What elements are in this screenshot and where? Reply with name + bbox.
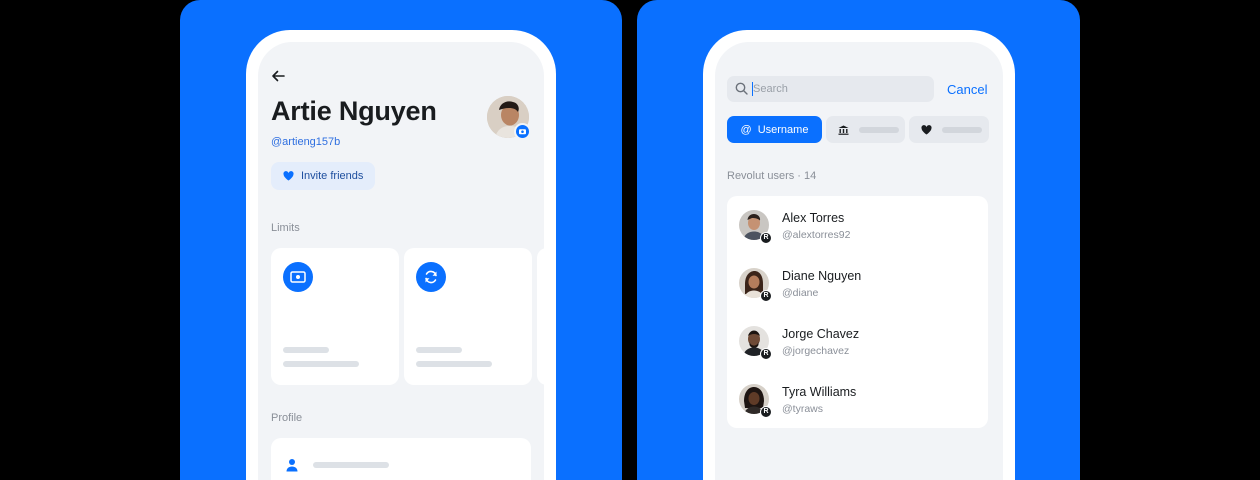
placeholder-bar [416,361,492,367]
profile-details-card[interactable] [271,438,531,480]
phone-frame: Artie Nguyen @artieng157b Invite friends… [246,30,556,480]
chip-bank[interactable] [826,116,905,143]
user-name: Alex Torres [782,211,845,225]
heart-icon [921,124,932,135]
revolut-badge-icon: R [760,232,772,244]
profile-showcase-panel: Artie Nguyen @artieng157b Invite friends… [180,0,622,480]
revolut-badge-icon: R [760,406,772,418]
invite-friends-label: Invite friends [301,170,364,182]
list-item[interactable]: R Diane Nguyen @diane [727,268,988,326]
profile-name: Artie Nguyen [271,96,437,126]
at-icon: @ [740,123,752,136]
search-input[interactable]: Search [727,76,934,102]
users-list: R Alex Torres @alextorres92 R Diane Nguy… [727,196,988,428]
placeholder-bar [313,462,389,468]
user-name: Tyra Williams [782,385,857,399]
profile-username[interactable]: @artieng157b [271,136,340,148]
refresh-icon [416,262,446,292]
heart-icon [283,171,294,181]
profile-screen: Artie Nguyen @artieng157b Invite friends… [258,42,544,480]
camera-icon[interactable] [514,123,531,140]
user-handle: @tyraws [782,403,823,415]
limits-section-label: Limits [271,222,300,234]
placeholder-bar [859,126,899,133]
placeholder-bar [416,347,462,353]
cash-icon [283,262,313,292]
limit-card-spending[interactable] [271,248,399,385]
profile-section-label: Profile [271,412,303,424]
search-icon [735,82,748,95]
chip-username-label: Username [757,123,809,136]
users-count-label: Revolut users · 14 [727,170,817,182]
user-name: Jorge Chavez [782,327,860,341]
revolut-badge-icon: R [760,290,772,302]
user-handle: @alextorres92 [782,229,851,241]
cancel-button[interactable]: Cancel [947,82,987,97]
person-icon [286,459,298,472]
invite-friends-button[interactable]: Invite friends [271,162,376,190]
user-handle: @diane [782,287,819,299]
back-arrow-icon[interactable] [270,68,286,84]
limit-card-exchange[interactable] [404,248,532,385]
list-item[interactable]: R Jorge Chavez @jorgechavez [727,326,988,384]
bank-icon [838,125,849,135]
profile-avatar[interactable] [487,96,531,140]
placeholder-bar [283,361,359,367]
user-handle: @jorgechavez [782,345,850,357]
list-item[interactable]: R Alex Torres @alextorres92 [727,210,988,268]
chip-favourites[interactable] [909,116,989,143]
phone-frame: Search Cancel @ Username Revolut users ·… [703,30,1015,480]
revolut-badge-icon: R [760,348,772,360]
chip-username[interactable]: @ Username [727,116,822,143]
placeholder-bar [283,347,329,353]
search-placeholder: Search [753,83,788,95]
search-showcase-panel: Search Cancel @ Username Revolut users ·… [637,0,1080,480]
user-name: Diane Nguyen [782,269,862,283]
limit-card-partial[interactable] [537,248,544,385]
search-screen: Search Cancel @ Username Revolut users ·… [715,42,1003,480]
placeholder-bar [942,126,982,133]
list-item[interactable]: R Tyra Williams @tyraws [727,384,988,442]
